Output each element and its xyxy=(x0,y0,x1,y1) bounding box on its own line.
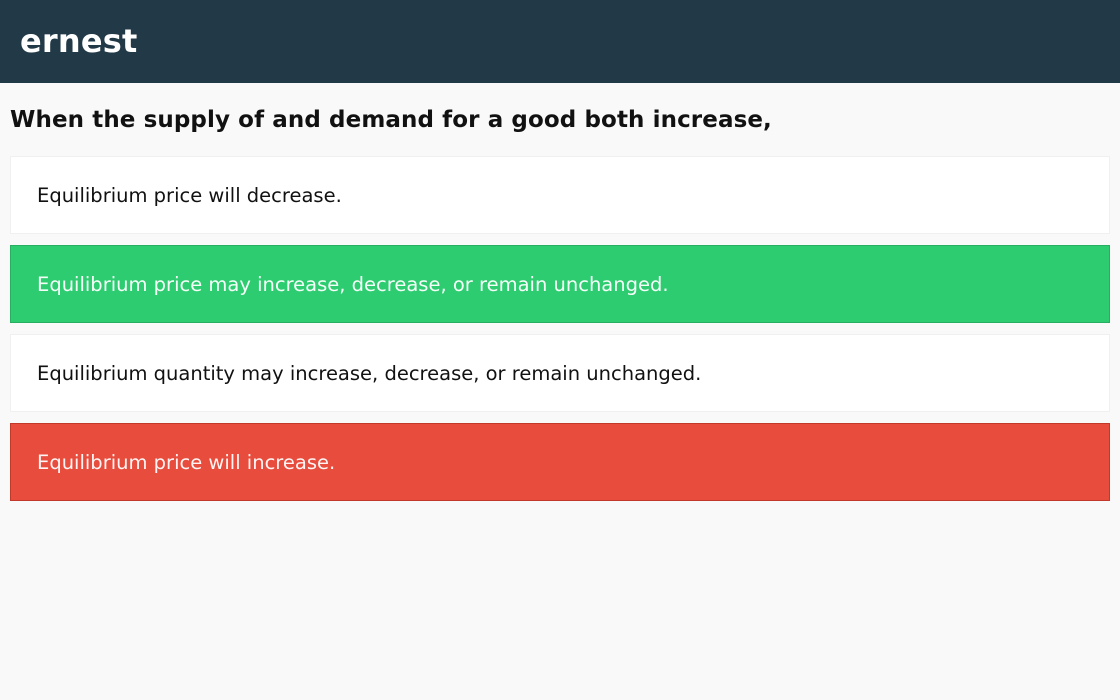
answer-option-4-wrong[interactable]: Equilibrium price will increase. xyxy=(10,423,1110,501)
top-bar: ernest xyxy=(0,0,1120,83)
brand-logo[interactable]: ernest xyxy=(20,25,138,57)
answer-option-label: Equilibrium price will decrease. xyxy=(37,183,342,207)
answer-list: Equilibrium price will decrease. Equilib… xyxy=(10,156,1110,501)
answer-option-2-correct[interactable]: Equilibrium price may increase, decrease… xyxy=(10,245,1110,323)
answer-option-3[interactable]: Equilibrium quantity may increase, decre… xyxy=(10,334,1110,412)
answer-option-label: Equilibrium price may increase, decrease… xyxy=(37,272,669,296)
question-text: When the supply of and demand for a good… xyxy=(10,107,772,133)
answer-option-1[interactable]: Equilibrium price will decrease. xyxy=(10,156,1110,234)
answer-option-label: Equilibrium price will increase. xyxy=(37,450,336,474)
answer-option-label: Equilibrium quantity may increase, decre… xyxy=(37,361,702,385)
quiz-main: When the supply of and demand for a good… xyxy=(0,83,1120,501)
